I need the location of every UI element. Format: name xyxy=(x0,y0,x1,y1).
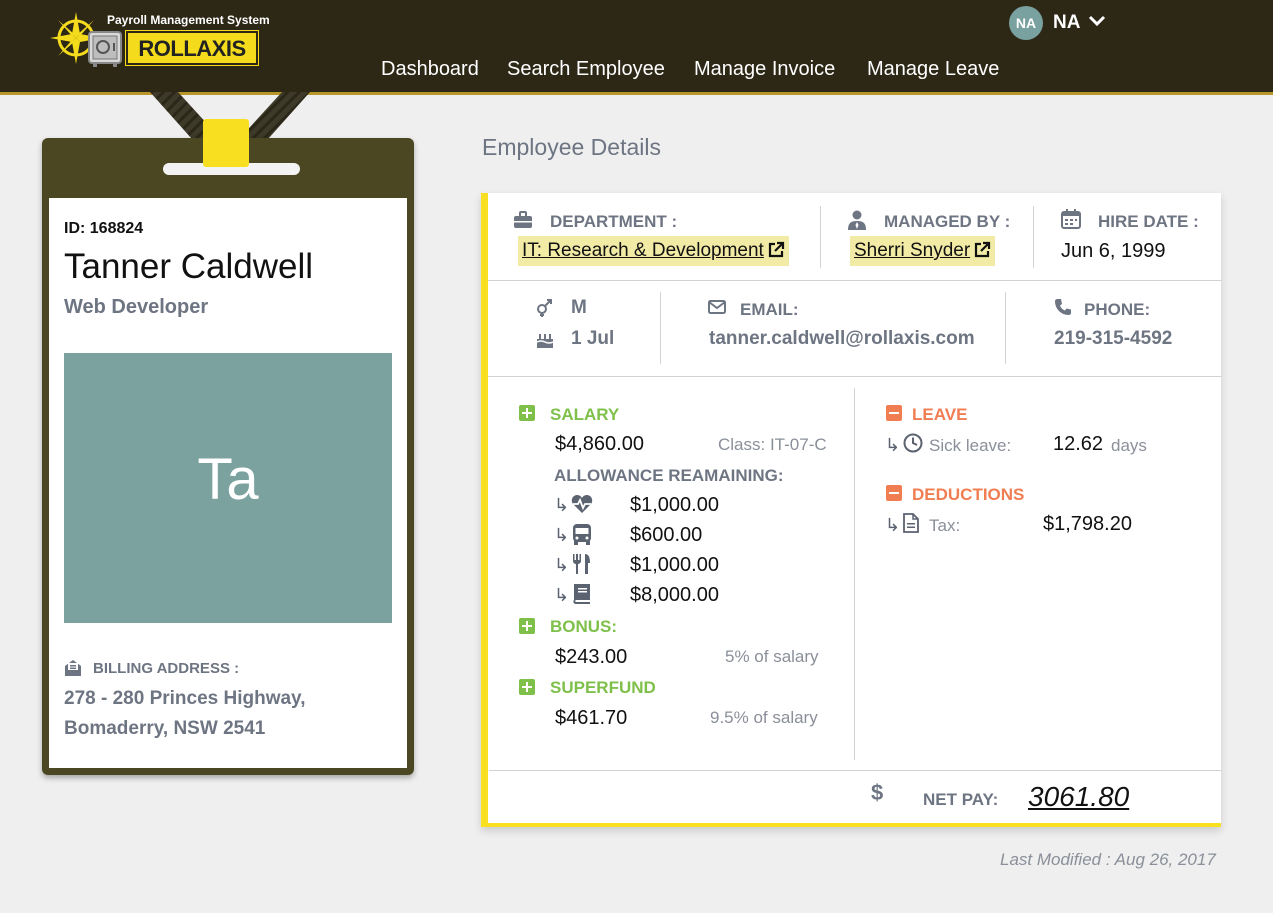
safe-icon xyxy=(88,31,122,67)
department-link[interactable]: IT: Research & Development xyxy=(518,236,789,266)
employee-photo-placeholder: Ta xyxy=(64,353,392,623)
document-icon xyxy=(903,513,919,533)
salary-class: Class: IT-07-C xyxy=(718,435,827,454)
billing-address-label: BILLING ADDRESS : xyxy=(93,660,240,677)
birthday-cake-icon xyxy=(536,334,554,348)
row-divider xyxy=(488,376,1221,377)
book-icon xyxy=(573,584,590,604)
leave-label: LEAVE xyxy=(912,405,968,424)
phone-value[interactable]: 219-315-4592 xyxy=(1054,328,1172,350)
envelope-open-icon xyxy=(65,660,81,676)
brand-logo: ROLLAXIS xyxy=(125,30,259,66)
bonus-label: BONUS: xyxy=(550,617,618,636)
sub-item-arrow-icon: ↳ xyxy=(554,495,570,515)
employee-job-title: Web Developer xyxy=(64,296,209,318)
managed-by-label: MANAGED BY : xyxy=(884,212,1011,231)
last-modified: Last Modified : Aug 26, 2017 xyxy=(1000,850,1216,869)
superfund-label: SUPERFUND xyxy=(550,678,656,697)
brand-name-left: ROLL xyxy=(138,36,197,61)
sub-item-arrow-icon: ↳ xyxy=(554,585,570,605)
envelope-icon xyxy=(708,300,726,314)
user-menu-name[interactable]: NA xyxy=(1053,12,1080,34)
department-value: IT: Research & Development xyxy=(522,240,764,261)
nav-manage-invoice[interactable]: Manage Invoice xyxy=(694,58,835,81)
gender-icon xyxy=(537,299,552,317)
external-link-icon xyxy=(975,241,991,258)
phone-label: PHONE: xyxy=(1084,300,1151,319)
tax-value: $1,798.20 xyxy=(1043,513,1132,535)
column-divider xyxy=(820,206,821,268)
page-title: Employee Details xyxy=(482,134,661,160)
briefcase-icon xyxy=(514,211,532,228)
plus-square-icon xyxy=(519,618,535,634)
sub-item-arrow-icon: ↳ xyxy=(885,515,901,535)
superfund-note: 9.5% of salary xyxy=(710,708,818,727)
badge-clip xyxy=(203,119,249,167)
app-subtitle: Payroll Management System xyxy=(107,13,270,27)
plus-square-icon xyxy=(519,679,535,695)
sick-leave-label: Sick leave: xyxy=(929,436,1012,455)
row-divider xyxy=(489,770,1221,771)
salary-label: SALARY xyxy=(550,405,620,424)
billing-address-line2: Bomaderry, NSW 2541 xyxy=(64,718,266,739)
manager-value: Sherri Snyder xyxy=(854,240,971,261)
minus-square-icon xyxy=(886,405,902,421)
nav-dashboard[interactable]: Dashboard xyxy=(381,58,479,81)
sick-leave-unit: days xyxy=(1111,436,1147,455)
billing-address-line1: 278 - 280 Princes Highway, xyxy=(64,688,306,709)
cutlery-icon xyxy=(573,554,590,574)
employee-id: ID: 168824 xyxy=(64,220,144,237)
bonus-note: 5% of salary xyxy=(725,647,819,666)
calendar-icon xyxy=(1061,209,1081,229)
bus-icon xyxy=(573,524,591,545)
allowance-meal-value: $1,000.00 xyxy=(630,554,719,576)
row-divider xyxy=(488,280,1221,281)
employee-name: Tanner Caldwell xyxy=(64,247,314,286)
superfund-value: $461.70 xyxy=(555,707,628,729)
hire-date-label: HIRE DATE : xyxy=(1098,212,1199,231)
department-label: DEPARTMENT : xyxy=(550,212,678,231)
email-label: EMAIL: xyxy=(740,300,799,319)
gender-value: M xyxy=(571,297,587,318)
brand-name-right: AXIS xyxy=(196,36,246,61)
dollar-icon: $ xyxy=(871,780,884,805)
nav-manage-leave[interactable]: Manage Leave xyxy=(867,58,999,81)
sub-item-arrow-icon: ↳ xyxy=(554,555,570,575)
heartbeat-icon xyxy=(571,495,593,513)
deductions-label: DEDUCTIONS xyxy=(912,485,1025,504)
plus-square-icon xyxy=(519,405,535,421)
nav-search-employee[interactable]: Search Employee xyxy=(507,58,665,81)
salary-value: $4,860.00 xyxy=(555,433,644,455)
phone-icon xyxy=(1055,299,1071,315)
user-tie-icon xyxy=(848,210,866,230)
sub-item-arrow-icon: ↳ xyxy=(554,525,570,545)
bonus-value: $243.00 xyxy=(555,646,628,668)
allowance-education-value: $8,000.00 xyxy=(630,584,719,606)
external-link-icon xyxy=(768,241,784,258)
column-divider xyxy=(1033,206,1034,268)
user-avatar[interactable]: NA xyxy=(1009,6,1043,40)
tax-label: Tax: xyxy=(929,516,961,535)
column-divider xyxy=(1005,292,1006,364)
chevron-down-icon[interactable] xyxy=(1088,14,1106,28)
minus-square-icon xyxy=(886,485,902,501)
manager-link[interactable]: Sherri Snyder xyxy=(850,236,996,266)
net-pay-label: NET PAY: xyxy=(923,790,999,809)
column-divider xyxy=(660,292,661,364)
birthday-value: 1 Jul xyxy=(571,328,615,349)
allowance-transport-value: $600.00 xyxy=(630,524,703,546)
allowance-health-value: $1,000.00 xyxy=(630,494,719,516)
column-divider xyxy=(854,388,855,760)
allowance-label: ALLOWANCE REAMAINING: xyxy=(554,466,784,485)
sick-leave-value: 12.62 xyxy=(1053,433,1104,455)
net-pay-value: 3061.80 xyxy=(1028,781,1130,812)
clock-icon xyxy=(903,433,923,453)
email-value[interactable]: tanner.caldwell@rollaxis.com xyxy=(709,328,975,350)
sub-item-arrow-icon: ↳ xyxy=(885,435,901,455)
hire-date-value: Jun 6, 1999 xyxy=(1061,240,1166,262)
